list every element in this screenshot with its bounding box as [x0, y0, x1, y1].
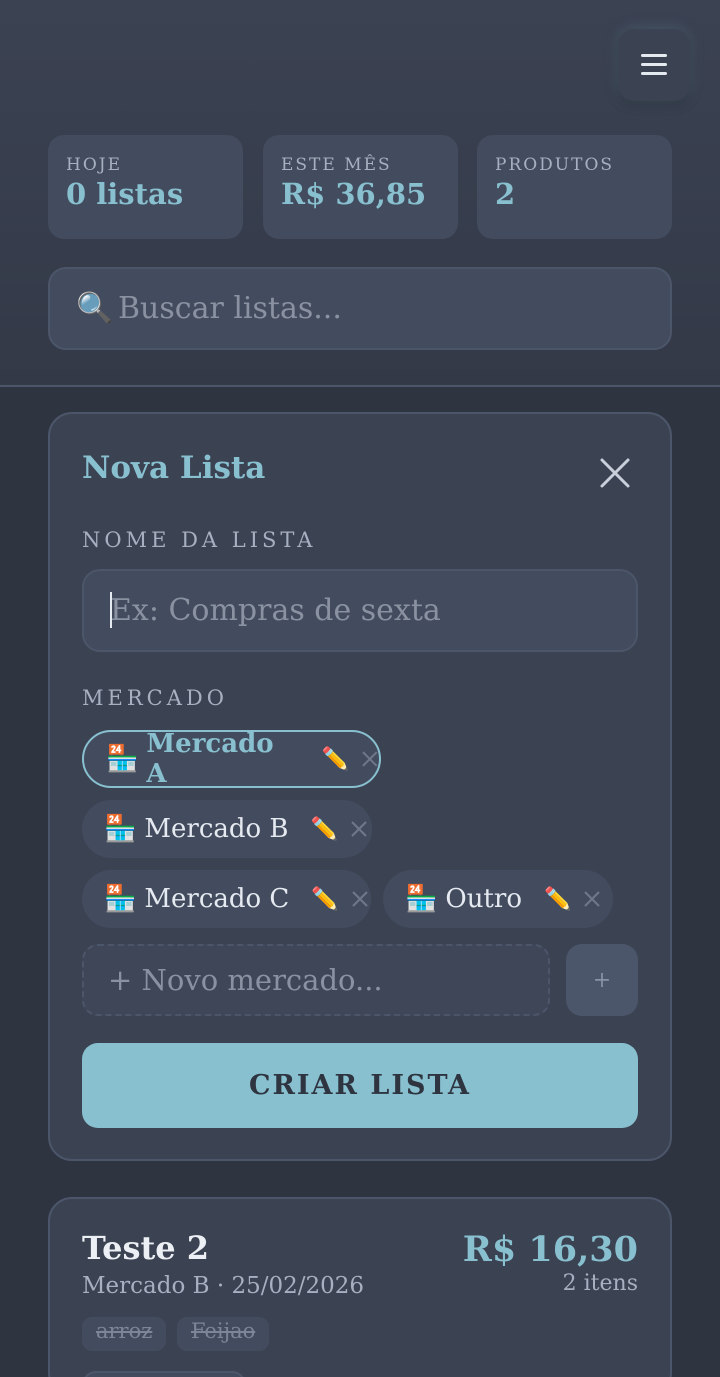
market-chip-mercado-a[interactable]: 🏪 Mercado A ✏️	[82, 729, 381, 789]
hamburger-icon	[641, 54, 667, 76]
stat-label: HOJE	[66, 155, 122, 175]
stat-value: 2	[495, 177, 516, 211]
remove-icon[interactable]	[351, 890, 369, 908]
list-title: Teste 2	[82, 1229, 210, 1267]
stat-products: PRODUTOS 2	[477, 135, 672, 239]
item-tag: Feijao	[177, 1317, 270, 1351]
list-card[interactable]: Teste 2 Mercado B · 25/02/2026 R$ 16,30 …	[48, 1197, 672, 1377]
card-title: Nova Lista	[82, 450, 266, 486]
new-market-input[interactable]	[82, 944, 550, 1016]
market-name: Outro	[445, 884, 522, 914]
close-icon[interactable]	[598, 456, 632, 490]
add-market-button[interactable]: +	[566, 944, 638, 1016]
list-item-count: 2 itens	[562, 1271, 638, 1296]
list-name-label: NOME DA LISTA	[82, 528, 317, 552]
edit-icon[interactable]: ✏️	[311, 817, 338, 842]
stat-value: R$ 36,85	[281, 177, 427, 211]
edit-icon[interactable]: ✏️	[322, 746, 349, 772]
stat-label: PRODUTOS	[495, 155, 615, 175]
market-name: Mercado A	[146, 729, 274, 789]
store-icon: 🏪	[405, 884, 438, 914]
list-action-button[interactable]	[82, 1371, 246, 1377]
store-icon: 🏪	[106, 744, 139, 774]
remove-icon[interactable]	[583, 890, 601, 908]
stat-label: ESTE MÊS	[281, 155, 392, 175]
item-tag: arroz	[82, 1317, 167, 1351]
new-list-card: Nova Lista NOME DA LISTA MERCADO 🏪 Merca…	[48, 412, 672, 1161]
market-label: MERCADO	[82, 686, 228, 710]
store-icon: 🏪	[104, 814, 137, 844]
create-list-button[interactable]: CRIAR LISTA	[82, 1043, 638, 1128]
market-chip-mercado-b[interactable]: 🏪 Mercado B ✏️	[82, 800, 372, 858]
edit-icon[interactable]: ✏️	[544, 887, 571, 912]
list-name-input[interactable]	[82, 569, 638, 652]
remove-icon[interactable]	[350, 820, 368, 838]
stat-value: 0 listas	[66, 177, 184, 211]
market-chip-mercado-c[interactable]: 🏪 Mercado C ✏️	[82, 870, 371, 928]
list-subtitle: Mercado B · 25/02/2026	[82, 1273, 365, 1299]
menu-button[interactable]	[618, 29, 690, 101]
search-bar[interactable]: 🔍	[48, 267, 672, 350]
text-caret	[110, 592, 112, 628]
market-name: Mercado B	[144, 814, 289, 844]
search-icon: 🔍	[76, 291, 114, 326]
stat-today: HOJE 0 listas	[48, 135, 243, 239]
list-total: R$ 16,30	[462, 1229, 638, 1270]
app-header: HOJE 0 listas ESTE MÊS R$ 36,85 PRODUTOS…	[0, 0, 720, 387]
search-input[interactable]	[118, 291, 638, 326]
remove-icon[interactable]	[361, 750, 379, 768]
edit-icon[interactable]: ✏️	[311, 887, 338, 912]
store-icon: 🏪	[104, 884, 137, 914]
market-chip-outro[interactable]: 🏪 Outro ✏️	[383, 870, 613, 928]
market-name: Mercado C	[144, 884, 290, 914]
stat-month: ESTE MÊS R$ 36,85	[263, 135, 458, 239]
